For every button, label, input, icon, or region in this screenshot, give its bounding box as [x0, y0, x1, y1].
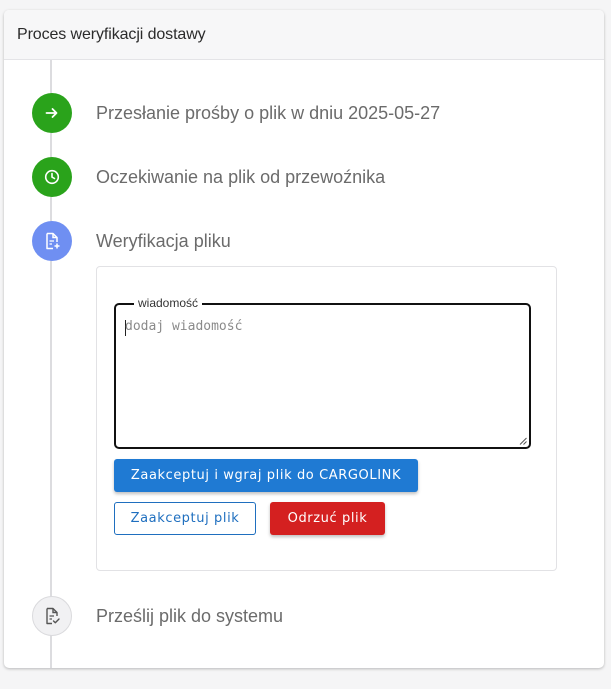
timeline-line	[50, 60, 52, 668]
verification-panel: wiadomość dodaj wiadomość Zaakceptuj i w…	[96, 266, 557, 571]
step-label-request: Przesłanie prośby o plik w dniu 2025-05-…	[96, 103, 441, 123]
reject-file-button[interactable]: Odrzuć plik	[270, 502, 385, 535]
accept-and-upload-button[interactable]: Zaakceptuj i wgraj plik do CARGOLINK	[114, 459, 418, 492]
verification-card: Proces weryfikacji dostawy Przesłanie pr…	[4, 10, 604, 668]
arrow-right-icon	[32, 93, 72, 133]
file-check-icon	[32, 596, 72, 636]
card-header: Proces weryfikacji dostawy	[4, 10, 604, 60]
step-label-send: Prześlij plik do systemu	[96, 606, 284, 626]
step-label-waiting: Oczekiwanie na plik od przewoźnika	[96, 167, 386, 187]
message-field[interactable]: wiadomość dodaj wiadomość	[114, 296, 531, 449]
accept-file-button[interactable]: Zaakceptuj plik	[114, 502, 256, 535]
card-title: Proces weryfikacji dostawy	[17, 26, 206, 43]
file-plus-icon	[32, 221, 72, 261]
resize-handle-icon[interactable]	[519, 437, 527, 445]
clock-icon	[32, 157, 72, 197]
step-label-verification: Weryfikacja pliku	[96, 231, 231, 251]
message-textarea[interactable]: dodaj wiadomość	[125, 319, 242, 334]
message-field-label: wiadomość	[134, 296, 203, 310]
